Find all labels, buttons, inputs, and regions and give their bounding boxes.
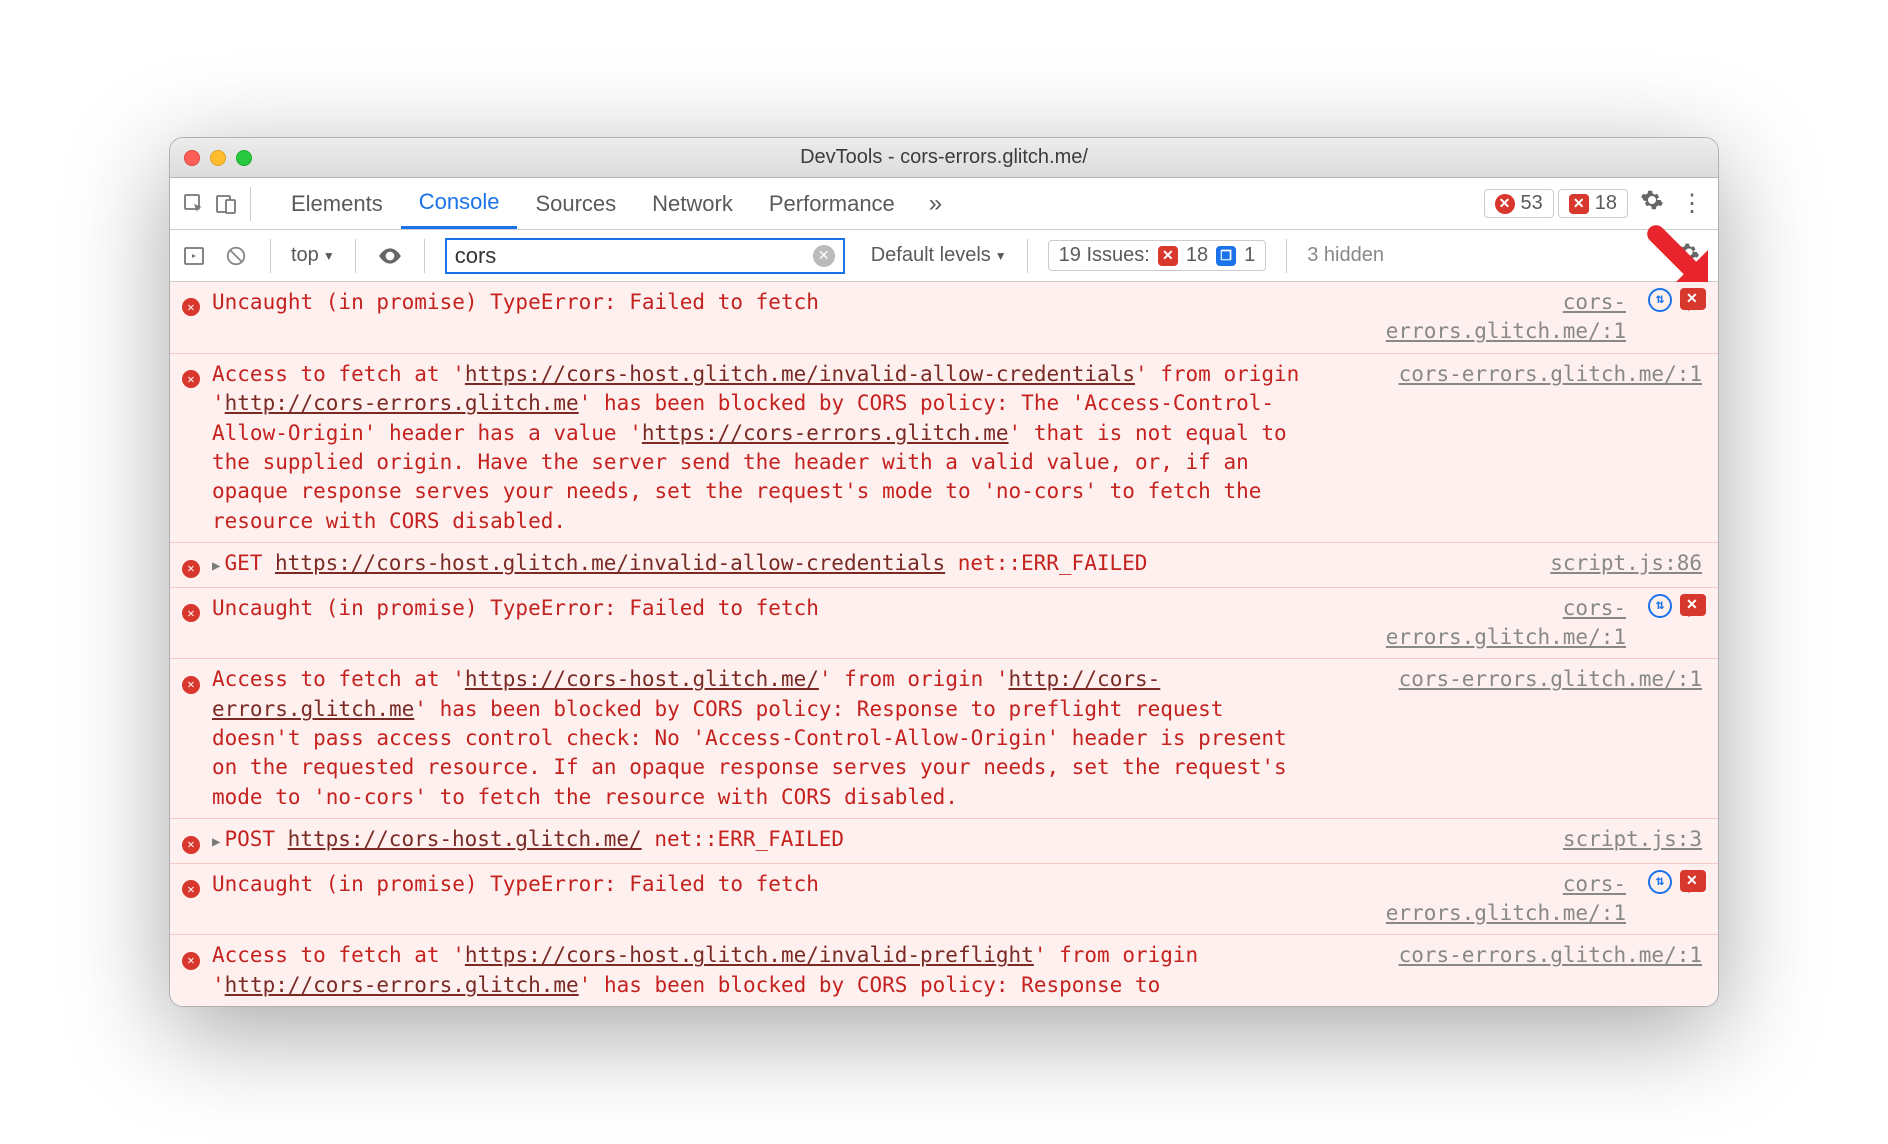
error-icon: ✕: [182, 941, 212, 1000]
tab-network[interactable]: Network: [634, 178, 751, 229]
console-message: Uncaught (in promise) TypeError: Failed …: [212, 594, 1326, 653]
source-link[interactable]: cors-errors.glitch.me/:1: [1326, 665, 1706, 812]
chevron-down-icon: ▼: [323, 249, 335, 263]
context-value: top: [291, 244, 319, 267]
more-options-icon[interactable]: ⋮: [1676, 189, 1708, 218]
refresh-icon[interactable]: ⇅: [1648, 288, 1672, 312]
divider: [250, 187, 251, 221]
titlebar: DevTools - cors-errors.glitch.me/: [170, 138, 1718, 178]
issue-message-icon: ❐: [1216, 246, 1236, 266]
live-expression-icon[interactable]: [376, 242, 404, 270]
issues-error-count: 18: [1186, 244, 1208, 267]
console-row[interactable]: ✕Uncaught (in promise) TypeError: Failed…: [170, 864, 1718, 936]
error-icon: ✕: [182, 360, 212, 536]
console-message: Uncaught (in promise) TypeError: Failed …: [212, 288, 1326, 347]
console-row[interactable]: ✕Uncaught (in promise) TypeError: Failed…: [170, 282, 1718, 354]
log-level-selector[interactable]: Default levels ▼: [871, 244, 1007, 267]
console-row[interactable]: ✕▶GET https://cors-host.glitch.me/invali…: [170, 543, 1718, 587]
source-link[interactable]: script.js:86: [1326, 549, 1706, 580]
row-badges: ⇅: [1648, 870, 1706, 894]
log-level-value: Default levels: [871, 244, 991, 267]
row-badges: ⇅: [1648, 594, 1706, 618]
devtools-window: DevTools - cors-errors.glitch.me/ Elemen…: [169, 137, 1719, 1007]
issues-message-count: 1: [1244, 244, 1255, 267]
show-console-sidebar-icon[interactable]: [180, 242, 208, 270]
tab-strip: ElementsConsoleSourcesNetworkPerformance: [273, 178, 913, 229]
console-row[interactable]: ✕Access to fetch at 'https://cors-host.g…: [170, 354, 1718, 543]
error-icon: ✕: [182, 288, 212, 347]
divider: [270, 239, 271, 273]
console-message: Access to fetch at 'https://cors-host.gl…: [212, 360, 1326, 536]
more-tabs-button[interactable]: »: [917, 190, 954, 218]
divider: [1286, 239, 1287, 273]
tab-console[interactable]: Console: [401, 178, 518, 229]
settings-icon[interactable]: [1632, 188, 1672, 219]
filter-box[interactable]: ✕: [445, 238, 845, 274]
refresh-icon[interactable]: ⇅: [1648, 870, 1672, 894]
issue-link-icon[interactable]: [1680, 288, 1706, 310]
filter-input[interactable]: [455, 243, 813, 269]
console-row[interactable]: ✕Access to fetch at 'https://cors-host.g…: [170, 659, 1718, 819]
tab-elements[interactable]: Elements: [273, 178, 401, 229]
error-icon: ✕: [182, 549, 212, 580]
divider: [1027, 239, 1028, 273]
console-log-area: ✕Uncaught (in promise) TypeError: Failed…: [170, 282, 1718, 1007]
console-message: ▶GET https://cors-host.glitch.me/invalid…: [212, 549, 1326, 580]
console-message: ▶POST https://cors-host.glitch.me/ net::…: [212, 825, 1326, 856]
issue-link-icon[interactable]: [1680, 594, 1706, 616]
tab-sources[interactable]: Sources: [517, 178, 634, 229]
hidden-count[interactable]: 3 hidden: [1307, 244, 1384, 267]
inspect-element-icon[interactable]: [180, 190, 208, 218]
console-settings-icon[interactable]: [1670, 241, 1708, 270]
console-row[interactable]: ✕▶POST https://cors-host.glitch.me/ net:…: [170, 819, 1718, 863]
tab-performance[interactable]: Performance: [751, 178, 913, 229]
error-icon: ✕: [1495, 194, 1515, 214]
clear-filter-icon[interactable]: ✕: [813, 245, 835, 267]
console-message: Access to fetch at 'https://cors-host.gl…: [212, 665, 1326, 812]
divider: [424, 239, 425, 273]
issue-count-badge[interactable]: ✕ 18: [1558, 189, 1628, 218]
error-icon: ✕: [182, 665, 212, 812]
source-link[interactable]: script.js:3: [1326, 825, 1706, 856]
error-count: 53: [1521, 192, 1543, 215]
clear-console-icon[interactable]: [222, 242, 250, 270]
row-badges: ⇅: [1648, 288, 1706, 312]
console-message: Access to fetch at 'https://cors-host.gl…: [212, 941, 1326, 1000]
console-toolbar: top ▼ ✕ Default levels ▼ 19 Issues: ✕ 18…: [170, 230, 1718, 282]
refresh-icon[interactable]: ⇅: [1648, 594, 1672, 618]
console-message: Uncaught (in promise) TypeError: Failed …: [212, 870, 1326, 929]
error-count-badge[interactable]: ✕ 53: [1484, 189, 1554, 218]
issues-pill[interactable]: 19 Issues: ✕ 18 ❐ 1: [1048, 240, 1267, 271]
divider: [355, 239, 356, 273]
main-toolbar: ElementsConsoleSourcesNetworkPerformance…: [170, 178, 1718, 230]
error-icon: ✕: [182, 594, 212, 653]
context-selector[interactable]: top ▼: [291, 244, 335, 267]
source-link[interactable]: cors-errors.glitch.me/:1: [1326, 360, 1706, 536]
issues-label: 19 Issues:: [1059, 244, 1150, 267]
error-icon: ✕: [182, 870, 212, 929]
window-title: DevTools - cors-errors.glitch.me/: [170, 146, 1718, 169]
chevron-down-icon: ▼: [995, 249, 1007, 263]
issue-error-icon: ✕: [1569, 194, 1589, 214]
issue-error-icon: ✕: [1158, 246, 1178, 266]
issue-link-icon[interactable]: [1680, 870, 1706, 892]
console-row[interactable]: ✕Uncaught (in promise) TypeError: Failed…: [170, 588, 1718, 660]
toggle-device-toolbar-icon[interactable]: [212, 190, 240, 218]
source-link[interactable]: cors-errors.glitch.me/:1: [1326, 941, 1706, 1000]
console-row[interactable]: ✕Access to fetch at 'https://cors-host.g…: [170, 935, 1718, 1007]
error-icon: ✕: [182, 825, 212, 856]
issue-count: 18: [1595, 192, 1617, 215]
